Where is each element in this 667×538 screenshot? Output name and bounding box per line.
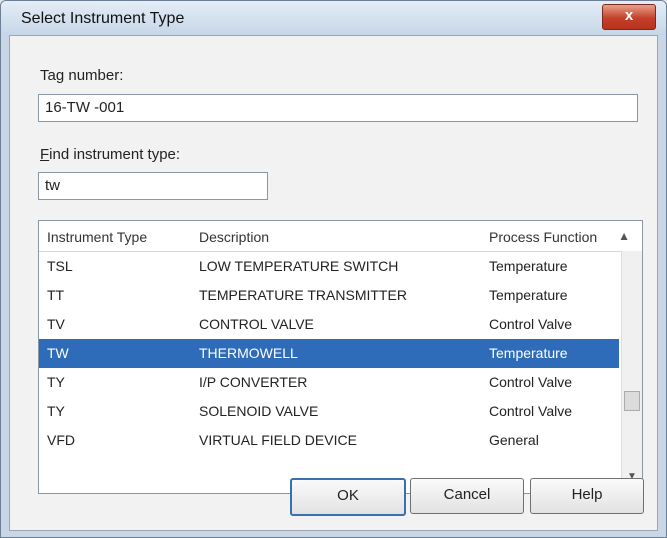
cell-instrument-type: TV	[47, 316, 65, 332]
cell-description: THERMOWELL	[199, 345, 298, 361]
cancel-button[interactable]: Cancel	[410, 478, 524, 514]
find-instrument-type-label: Find instrument type:	[40, 146, 180, 163]
cell-instrument-type: TY	[47, 403, 65, 419]
cell-description: VIRTUAL FIELD DEVICE	[199, 432, 357, 448]
cell-description: SOLENOID VALVE	[199, 403, 319, 419]
close-button[interactable]: x	[602, 4, 656, 30]
cell-description: TEMPERATURE TRANSMITTER	[199, 287, 407, 303]
table-row[interactable]: VFD VIRTUAL FIELD DEVICE General	[39, 426, 619, 455]
tag-number-field[interactable]: 16-TW -001	[38, 94, 638, 122]
find-instrument-type-input[interactable]: tw	[38, 172, 268, 200]
table-row[interactable]: TV CONTROL VALVE Control Valve	[39, 310, 619, 339]
cell-instrument-type: VFD	[47, 432, 75, 448]
vertical-scrollbar[interactable]: ▼	[621, 251, 642, 491]
scrollbar-thumb[interactable]	[624, 391, 640, 411]
dialog-body: Tag number: 16-TW -001 Find instrument t…	[9, 35, 658, 531]
cell-instrument-type: TW	[47, 345, 69, 361]
column-header-process-function[interactable]: Process Function	[489, 229, 597, 245]
cell-process-function: Temperature	[489, 345, 568, 361]
cell-process-function: Control Valve	[489, 374, 573, 390]
column-header-description[interactable]: Description	[199, 229, 269, 245]
table-row[interactable]: TW THERMOWELL Temperature	[39, 339, 619, 368]
cell-process-function: Temperature	[489, 258, 568, 274]
find-label-text: ind instrument type:	[49, 146, 181, 163]
table-row[interactable]: TSL LOW TEMPERATURE SWITCH Temperature	[39, 252, 619, 281]
cell-process-function: Control Valve	[489, 403, 573, 419]
table-row[interactable]: TY I/P CONVERTER Control Valve	[39, 368, 619, 397]
help-button[interactable]: Help	[530, 478, 644, 514]
title-bar: Select Instrument Type x	[1, 1, 666, 35]
sort-up-icon: ▲	[618, 229, 630, 243]
cell-instrument-type: TY	[47, 374, 65, 390]
list-header: Instrument Type Description Process Func…	[39, 221, 642, 252]
cell-instrument-type: TSL	[47, 258, 73, 274]
cell-instrument-type: TT	[47, 287, 65, 303]
cell-process-function: Temperature	[489, 287, 568, 303]
cell-process-function: General	[489, 432, 539, 448]
cell-process-function: Control Valve	[489, 316, 573, 332]
table-row[interactable]: TY SOLENOID VALVE Control Valve	[39, 397, 619, 426]
find-label-accelerator: F	[40, 146, 50, 163]
select-instrument-type-dialog: Select Instrument Type x Tag number: 16-…	[0, 0, 667, 538]
cell-description: LOW TEMPERATURE SWITCH	[199, 258, 399, 274]
cell-description: CONTROL VALVE	[199, 316, 314, 332]
cell-description: I/P CONVERTER	[199, 374, 308, 390]
dialog-title: Select Instrument Type	[21, 10, 185, 27]
tag-number-label: Tag number:	[40, 67, 124, 84]
ok-button[interactable]: OK	[290, 478, 406, 516]
close-icon: x	[624, 7, 634, 24]
instrument-type-list[interactable]: Instrument Type Description Process Func…	[38, 220, 643, 494]
column-header-instrument-type[interactable]: Instrument Type	[47, 229, 147, 245]
table-row[interactable]: TT TEMPERATURE TRANSMITTER Temperature	[39, 281, 619, 310]
